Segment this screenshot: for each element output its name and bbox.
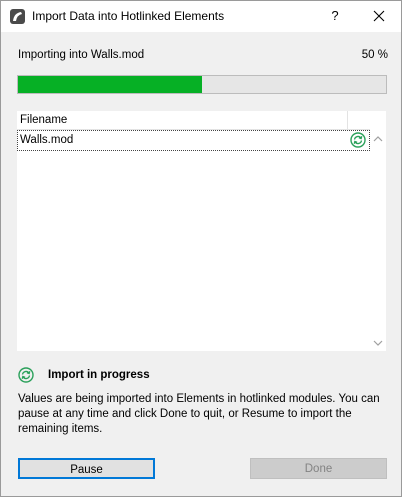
title-bar: Import Data into Hotlinked Elements ? xyxy=(1,1,401,32)
list-header: Filename xyxy=(17,111,370,130)
list-item[interactable]: Walls.mod xyxy=(17,130,370,151)
progress-percent: 50 % xyxy=(361,49,388,61)
list-scrollbar[interactable] xyxy=(370,111,386,351)
column-header-filename[interactable]: Filename xyxy=(20,114,67,126)
archicad-app-icon xyxy=(10,9,25,24)
scroll-down-icon[interactable] xyxy=(373,339,383,347)
close-button[interactable] xyxy=(369,6,389,26)
status-label: Importing into Walls.mod xyxy=(18,49,145,61)
scroll-up-icon[interactable] xyxy=(373,135,383,143)
window-title: Import Data into Hotlinked Elements xyxy=(32,9,225,23)
progress-bar-fill xyxy=(18,76,202,93)
list-item-filename: Walls.mod xyxy=(20,134,74,146)
sync-progress-icon xyxy=(350,132,366,148)
status-row: Importing into Walls.mod 50 % xyxy=(18,49,388,65)
close-icon xyxy=(373,10,385,22)
progress-bar xyxy=(17,75,387,94)
info-description: Values are being imported into Elements … xyxy=(18,393,380,435)
sync-progress-icon xyxy=(18,367,34,383)
pause-button[interactable]: Pause xyxy=(18,458,155,479)
done-button[interactable]: Done xyxy=(250,458,387,479)
info-title: Import in progress xyxy=(48,369,150,381)
help-button[interactable]: ? xyxy=(326,6,344,26)
import-dialog: Import Data into Hotlinked Elements ? Im… xyxy=(0,0,402,497)
column-divider[interactable] xyxy=(347,111,348,129)
